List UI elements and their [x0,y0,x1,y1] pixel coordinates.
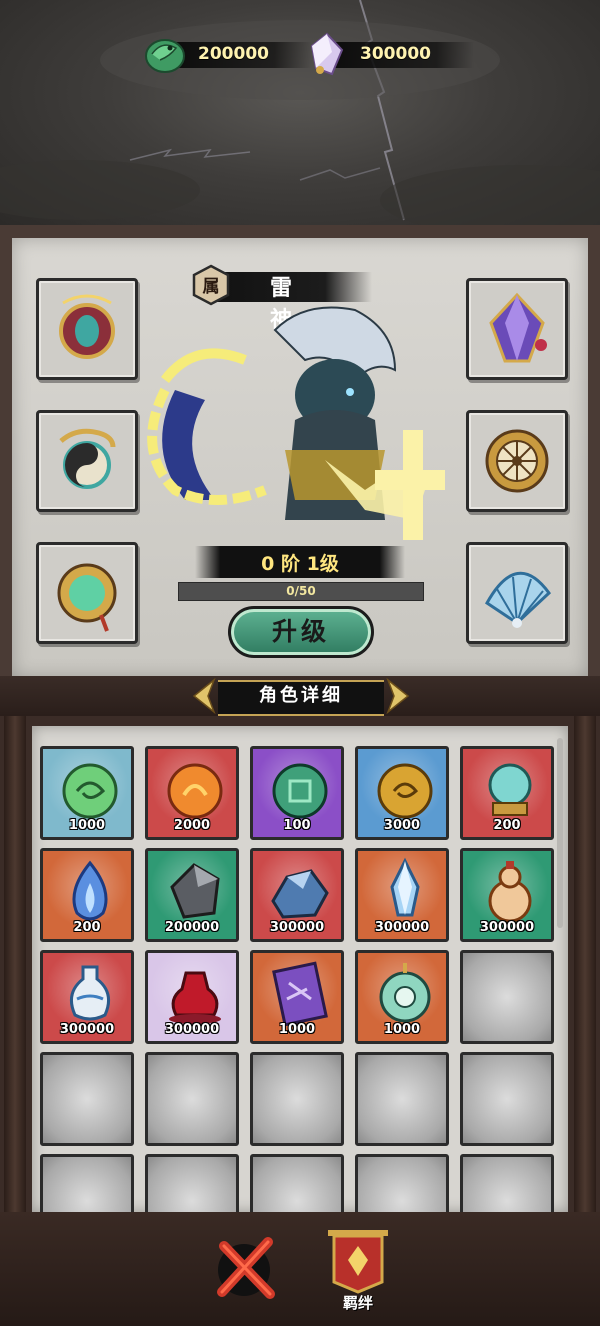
purple-scroll-icon [272,961,328,1027]
crystal-gem-icon [489,292,547,363]
item-count: 300000 [59,1022,115,1037]
item-count: 300000 [164,1022,220,1037]
chevron-right-icon[interactable] [384,678,414,714]
inventory-item[interactable]: 100 [250,746,344,840]
left-pillar [4,716,26,1216]
item-count: 200 [73,920,101,935]
inventory-item[interactable]: 3000 [355,746,449,840]
dark-stone-icon [170,863,220,919]
blue-flame-icon [72,860,108,921]
empty-inventory-slot [145,1052,239,1146]
empty-inventory-slot [460,1052,554,1146]
item-count: 100 [283,818,311,833]
empty-inventory-slot [250,1154,344,1212]
item-count: 2000 [173,818,211,833]
feather-fan-icon [485,571,551,628]
jade-currency: 200000 [140,30,312,78]
red-potion-icon [169,971,221,1024]
jade-pendant-icon [379,963,431,1023]
empty-inventory-slot [145,1154,239,1212]
empty-inventory-slot [460,1154,554,1212]
exp-text: 0/50 [286,584,316,598]
inventory-item[interactable]: 200 [40,848,134,942]
empty-inventory-slot [355,1154,449,1212]
inventory-item[interactable]: 300000 [145,950,239,1044]
inventory-item[interactable]: 200 [460,746,554,840]
item-count: 200 [493,818,521,833]
fire-orb-icon [167,763,223,819]
green-orb-icon [62,763,118,819]
empty-inventory-slot [355,1052,449,1146]
inventory-scrollbar[interactable] [557,738,563,928]
item-count: 1000 [383,1022,421,1037]
exp-bar: 0/50 [178,582,424,601]
lightning-decoration [0,0,600,232]
item-count: 200000 [164,920,220,935]
equip-slot-right-3[interactable] [466,542,568,644]
bottom-bar [0,1212,600,1326]
attribute-label: 属 [202,277,220,297]
empty-inventory-slot [250,1052,344,1146]
equip-slot-left-1[interactable] [36,278,138,380]
close-icon [217,1237,275,1299]
inventory-item[interactable]: 300000 [250,848,344,942]
detail-tab[interactable]: 角色详细 [188,676,414,716]
jade-dragon-icon [140,30,190,78]
vase-icon [69,965,111,1021]
empty-inventory-slot [40,1052,134,1146]
inventory-item[interactable]: 300000 [40,950,134,1044]
chevron-left-icon[interactable] [188,678,218,714]
inventory-item[interactable]: 2000 [145,746,239,840]
crystal-icon [302,30,352,78]
dragon-yinyang-icon [59,428,116,489]
crystal-currency: 300000 [302,30,474,78]
blue-ore-icon [271,869,329,919]
stormy-sky-background [0,0,600,232]
upgrade-button-label: 升级 [271,617,330,646]
gourd-bottle-icon [488,861,532,923]
hero-level-banner: 0 阶 1级 [195,546,405,578]
inventory-item[interactable]: 300000 [355,848,449,942]
bond-button[interactable]: 羁绊 [322,1226,394,1318]
inventory-item[interactable]: 1000 [40,746,134,840]
close-button[interactable] [210,1232,284,1300]
bond-label: 羁绊 [342,1294,373,1312]
inventory-item[interactable]: 300000 [460,848,554,942]
item-count: 3000 [383,818,421,833]
jade-mirror-icon [57,563,117,632]
equip-slot-left-3[interactable] [36,542,138,644]
golden-wheel-icon [485,429,549,493]
crystal-ball-icon [488,763,532,816]
equip-slot-right-2[interactable] [466,410,568,512]
jade-seal-orb-icon [272,763,328,819]
inventory-item[interactable]: 200000 [145,848,239,942]
ice-crystal-icon [390,857,420,917]
inventory-item[interactable]: 1000 [250,950,344,1044]
jade-amount: 200000 [198,44,269,64]
golden-orb-icon [377,763,433,819]
item-count: 1000 [278,1022,316,1037]
upgrade-button[interactable]: 升级 [228,606,374,658]
equip-slot-right-1[interactable] [466,278,568,380]
inventory-item[interactable]: 1000 [355,950,449,1044]
banner-icon [328,1230,388,1294]
inventory-panel: 1000 2000 100 3000 200 200 200000 300000 300000 3… [32,726,568,1212]
hero-level: 0 阶 1级 [261,552,339,575]
item-count: 300000 [479,920,535,935]
ornate-amulet-icon [59,294,115,359]
equip-slot-left-2[interactable] [36,410,138,512]
crystal-amount: 300000 [360,44,431,64]
item-count: 300000 [269,920,325,935]
empty-inventory-slot [40,1154,134,1212]
item-count: 300000 [374,920,430,935]
thunder-god-character [147,306,445,540]
empty-inventory-slot [460,950,554,1044]
inventory-grid: 1000 2000 100 3000 200 200 200000 300000 300000 3… [40,746,554,1212]
detail-tab-label: 角色详细 [259,685,343,706]
right-pillar [574,716,596,1216]
item-count: 1000 [68,818,106,833]
